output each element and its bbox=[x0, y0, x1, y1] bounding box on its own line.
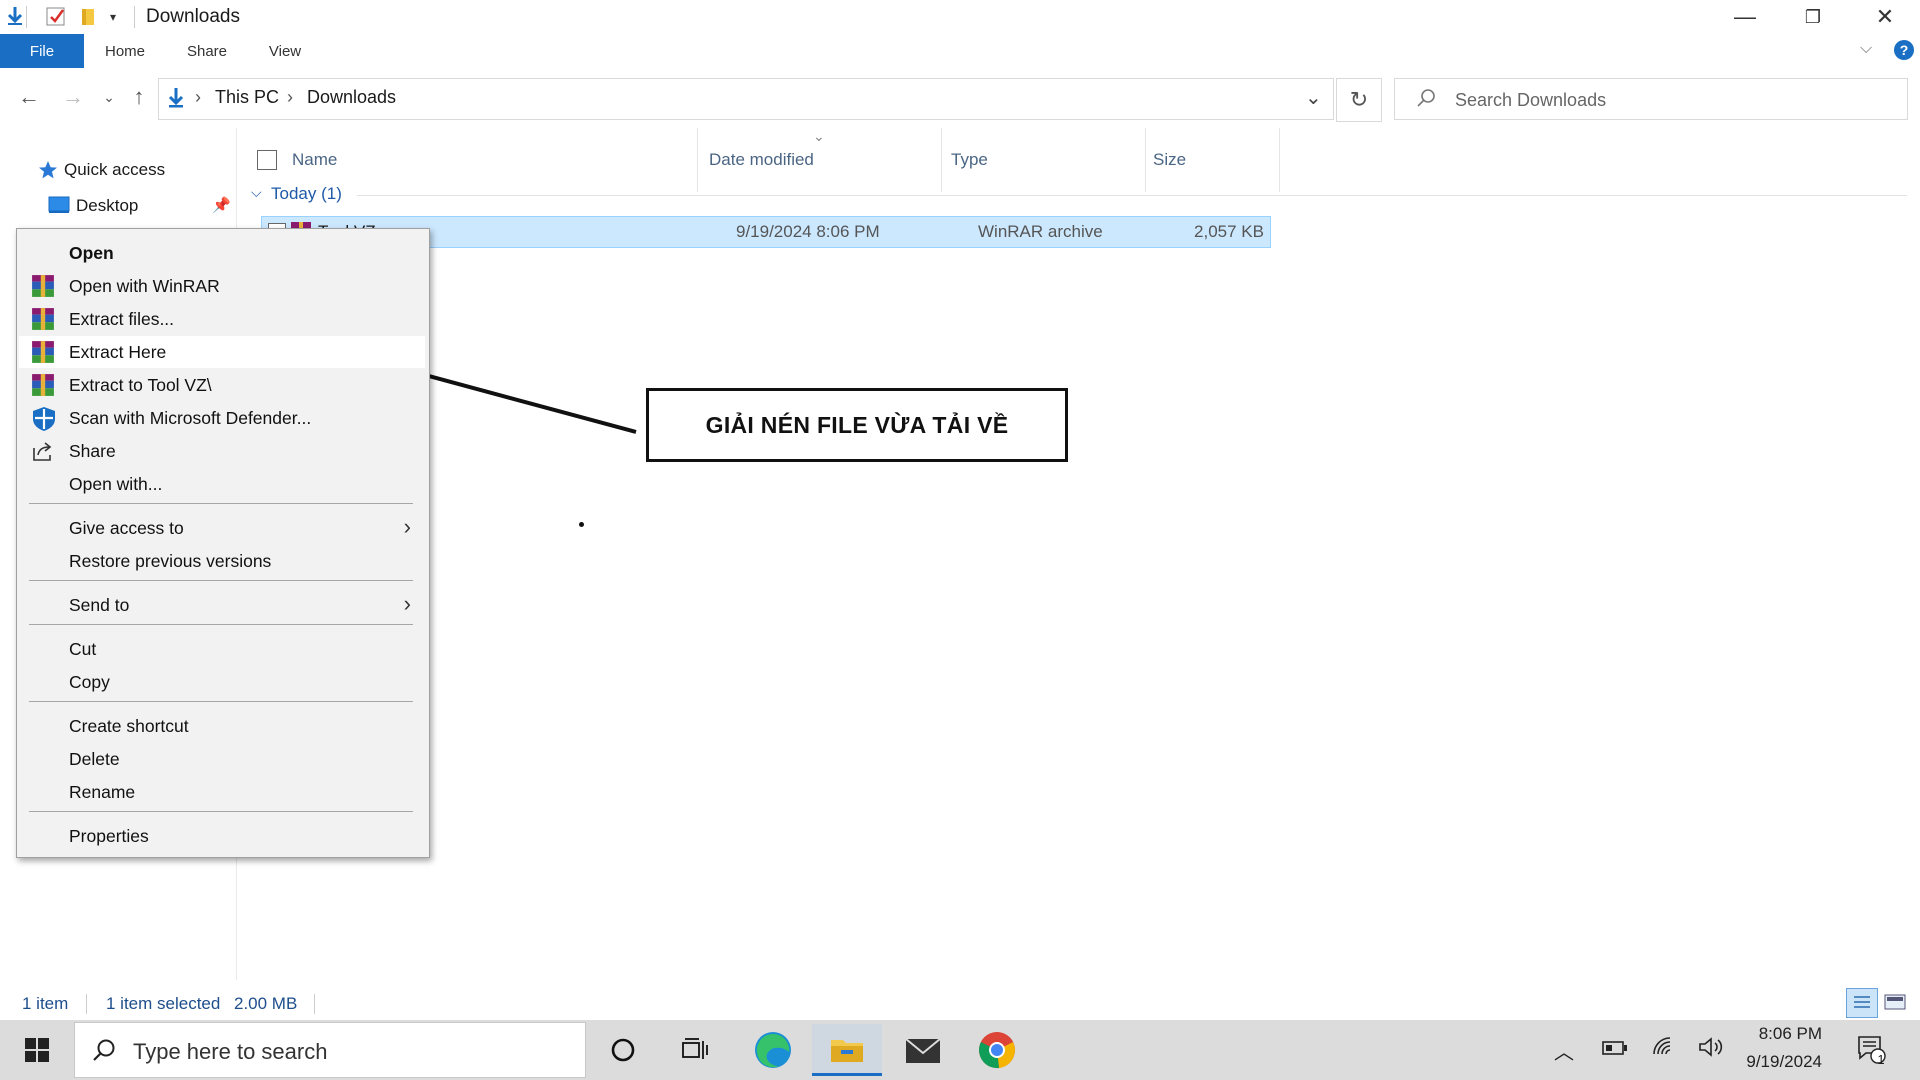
context-menu: Open Open with WinRAR Extract files... E… bbox=[16, 228, 430, 858]
menu-item-label: Restore previous versions bbox=[69, 551, 272, 571]
menu-item-label: Open with... bbox=[69, 474, 163, 494]
winrar-icon bbox=[31, 373, 55, 397]
menu-item-open-with-winrar[interactable]: Open with WinRAR bbox=[19, 270, 425, 302]
share-icon bbox=[31, 439, 55, 463]
menu-item-label: Extract files... bbox=[69, 309, 175, 329]
menu-separator bbox=[29, 503, 413, 504]
selection-size: 2.00 MB bbox=[234, 994, 298, 1013]
menu-item-extract-to-folder[interactable]: Extract to Tool VZ\ bbox=[19, 369, 425, 401]
divider bbox=[86, 994, 87, 1014]
menu-item-scan-defender[interactable]: Scan with Microsoft Defender... bbox=[19, 402, 425, 434]
submenu-chevron-icon: › bbox=[403, 514, 411, 539]
divider bbox=[314, 994, 315, 1014]
menu-item-label: Extract to Tool VZ\ bbox=[69, 375, 212, 395]
chrome-browser-icon[interactable] bbox=[962, 1024, 1032, 1076]
menu-separator bbox=[29, 580, 413, 581]
taskbar: ︿ 8:06 PM 9/19/2024 1 bbox=[0, 1020, 1920, 1080]
menu-item-extract-here[interactable]: Extract Here bbox=[19, 336, 425, 368]
menu-item-extract-files[interactable]: Extract files... bbox=[19, 303, 425, 335]
menu-separator bbox=[29, 701, 413, 702]
start-windows-icon[interactable] bbox=[2, 1024, 72, 1076]
menu-item-give-access-to[interactable]: Give access to › bbox=[19, 512, 425, 544]
menu-item-send-to[interactable]: Send to › bbox=[19, 589, 425, 621]
explorer-window: ▾ Downloads — ❐ ✕ File Home Share View ⌵… bbox=[0, 0, 1920, 1080]
show-hidden-icons-icon[interactable]: ︿ bbox=[1554, 1036, 1574, 1065]
task-view-icon[interactable] bbox=[660, 1024, 730, 1076]
wifi-icon[interactable] bbox=[1652, 1036, 1678, 1063]
volume-icon[interactable] bbox=[1698, 1036, 1726, 1063]
menu-item-label: Properties bbox=[69, 826, 149, 846]
menu-item-label: Delete bbox=[69, 749, 120, 769]
menu-separator bbox=[29, 811, 413, 812]
clock-date[interactable]: 9/19/2024 bbox=[1746, 1052, 1822, 1072]
details-view-icon[interactable] bbox=[1846, 988, 1878, 1018]
battery-icon[interactable] bbox=[1602, 1040, 1628, 1061]
search-icon bbox=[91, 1037, 117, 1068]
menu-item-label: Send to bbox=[69, 595, 130, 615]
clock-time[interactable]: 8:06 PM bbox=[1759, 1024, 1822, 1044]
menu-item-rename[interactable]: Rename bbox=[19, 776, 425, 808]
status-bar: 1 item 1 item selected 2.00 MB bbox=[0, 986, 1920, 1018]
winrar-icon bbox=[31, 307, 55, 331]
winrar-icon bbox=[31, 340, 55, 364]
menu-item-label: Open with WinRAR bbox=[69, 276, 220, 296]
submenu-chevron-icon: › bbox=[403, 591, 411, 616]
menu-item-copy[interactable]: Copy bbox=[19, 666, 425, 698]
cortana-icon[interactable] bbox=[588, 1024, 658, 1076]
menu-item-label: Create shortcut bbox=[69, 716, 189, 736]
menu-item-open[interactable]: Open bbox=[19, 237, 425, 269]
menu-item-open-with[interactable]: Open with... bbox=[19, 468, 425, 500]
taskbar-search-input[interactable] bbox=[131, 1037, 575, 1067]
menu-item-properties[interactable]: Properties bbox=[19, 820, 425, 852]
menu-separator bbox=[29, 624, 413, 625]
menu-item-label: Copy bbox=[69, 672, 110, 692]
winrar-icon bbox=[31, 274, 55, 298]
taskbar-search-box[interactable] bbox=[74, 1022, 586, 1078]
large-icons-view-icon[interactable] bbox=[1882, 990, 1908, 1019]
selection-count: 1 item selected bbox=[106, 994, 221, 1013]
menu-item-label: Scan with Microsoft Defender... bbox=[69, 408, 312, 428]
menu-item-label: Cut bbox=[69, 639, 97, 659]
file-explorer-taskbar-icon[interactable] bbox=[812, 1024, 882, 1076]
menu-item-label: Give access to bbox=[69, 518, 184, 538]
menu-item-label: Extract Here bbox=[69, 342, 167, 362]
menu-item-share[interactable]: Share bbox=[19, 435, 425, 467]
notification-count-badge: 1 bbox=[1877, 1052, 1885, 1067]
menu-item-cut[interactable]: Cut bbox=[19, 633, 425, 665]
edge-browser-icon[interactable] bbox=[738, 1024, 808, 1076]
mail-icon[interactable] bbox=[888, 1024, 958, 1076]
annotation-text: GIẢI NÉN FILE VỪA TẢI VỀ bbox=[705, 411, 1009, 438]
menu-item-create-shortcut[interactable]: Create shortcut bbox=[19, 710, 425, 742]
item-count: 1 item bbox=[22, 994, 69, 1013]
menu-item-label: Share bbox=[69, 441, 116, 461]
annotation-box: GIẢI NÉN FILE VỪA TẢI VỀ bbox=[646, 388, 1068, 462]
defender-shield-icon bbox=[31, 406, 55, 431]
menu-item-delete[interactable]: Delete bbox=[19, 743, 425, 775]
menu-item-restore-previous-versions[interactable]: Restore previous versions bbox=[19, 545, 425, 577]
menu-item-label: Open bbox=[69, 243, 114, 263]
menu-item-label: Rename bbox=[69, 782, 136, 802]
